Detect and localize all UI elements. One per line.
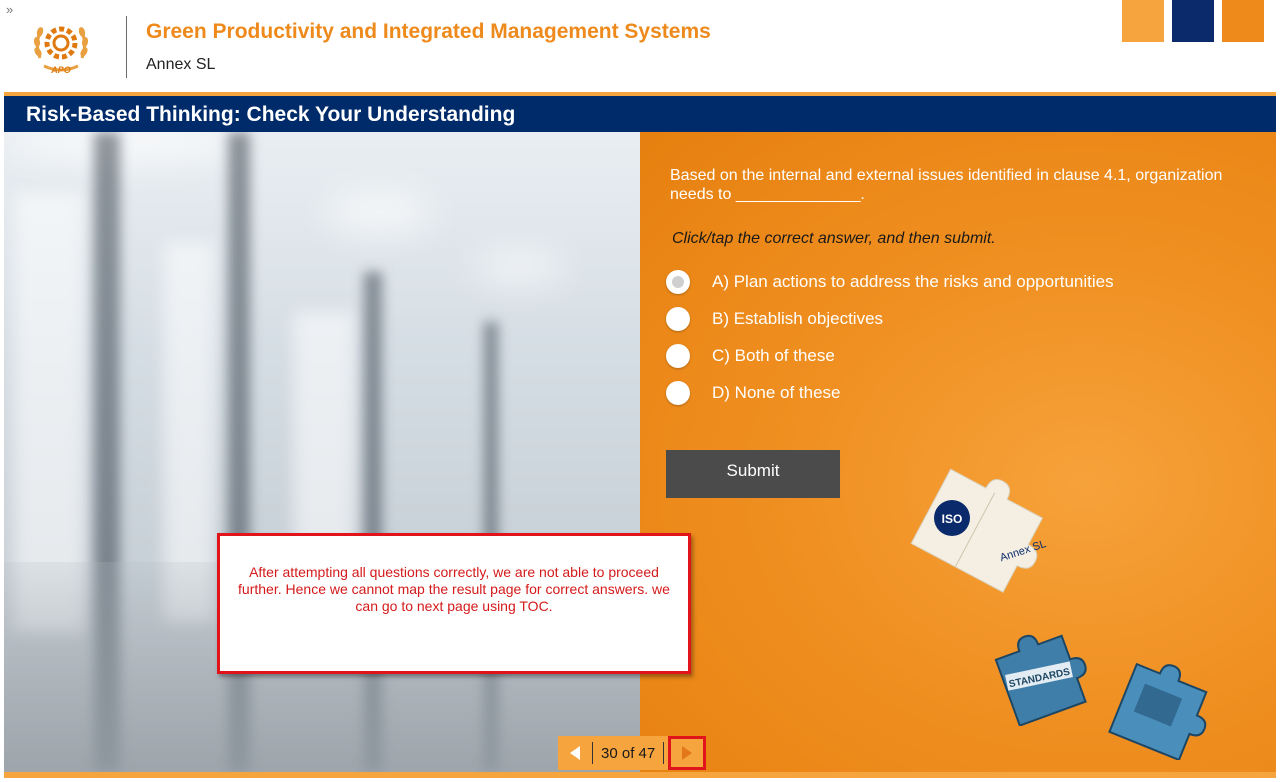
iso-puzzle-image: ISO Annex SL (910, 468, 1048, 593)
radio-button[interactable] (666, 307, 690, 331)
logo-text: APO (50, 65, 71, 75)
header-divider (126, 16, 127, 78)
answer-option-c[interactable]: C) Both of these (666, 342, 835, 370)
course-player: » APO Green Productivity and Integrated … (0, 0, 1280, 782)
annotation-note: After attempting all questions correctly… (217, 533, 691, 674)
answer-option-b[interactable]: B) Establish objectives (666, 305, 883, 333)
brand-blocks (1122, 0, 1264, 42)
slide-pager: 30 of 47 (558, 736, 707, 770)
previous-slide-button[interactable] (558, 736, 592, 770)
instruction-text: Click/tap the correct answer, and then s… (672, 230, 996, 247)
answer-option-label: C) Both of these (712, 346, 835, 365)
ceiling-light (474, 252, 564, 282)
answer-option-a[interactable]: A) Plan actions to address the risks and… (666, 268, 1114, 296)
answer-option-label: B) Establish objectives (712, 309, 884, 328)
ceiling-light (4, 132, 244, 162)
answer-option-label: A) Plan actions to address the risks and… (712, 272, 1114, 291)
question-text: Based on the internal and external issue… (670, 167, 1223, 203)
course-subtitle: Annex SL (146, 56, 216, 73)
apo-logo: APO (33, 26, 89, 75)
answer-option-label: D) None of these (712, 383, 841, 402)
standards-puzzle-image: STANDARDS (994, 634, 1087, 726)
next-slide-button[interactable] (668, 736, 707, 770)
answer-option-d[interactable]: D) None of these (666, 379, 841, 407)
standards-puzzle-piece-image (1108, 662, 1208, 760)
radio-button[interactable] (666, 344, 690, 368)
brand-block-orange (1222, 0, 1264, 42)
arrow-left-icon (570, 746, 580, 760)
slide-counter: 30 of 47 (601, 744, 656, 762)
office-background-image (4, 132, 640, 772)
iso-label: ISO (942, 512, 963, 526)
arrow-right-icon (682, 746, 693, 760)
radio-button-selected[interactable] (666, 270, 690, 294)
slide-title: Risk-Based Thinking: Check Your Understa… (26, 103, 516, 126)
brand-block-navy (1172, 0, 1214, 42)
radio-button[interactable] (666, 381, 690, 405)
bottom-accent-line (4, 772, 1276, 778)
brand-block-light-orange (1122, 0, 1164, 42)
pager-separator (663, 742, 665, 764)
toc-toggle-icon[interactable]: » (6, 2, 13, 17)
ceiling-light (324, 192, 434, 232)
course-title: Green Productivity and Integrated Manage… (146, 20, 711, 43)
submit-button[interactable]: Submit (666, 450, 840, 498)
